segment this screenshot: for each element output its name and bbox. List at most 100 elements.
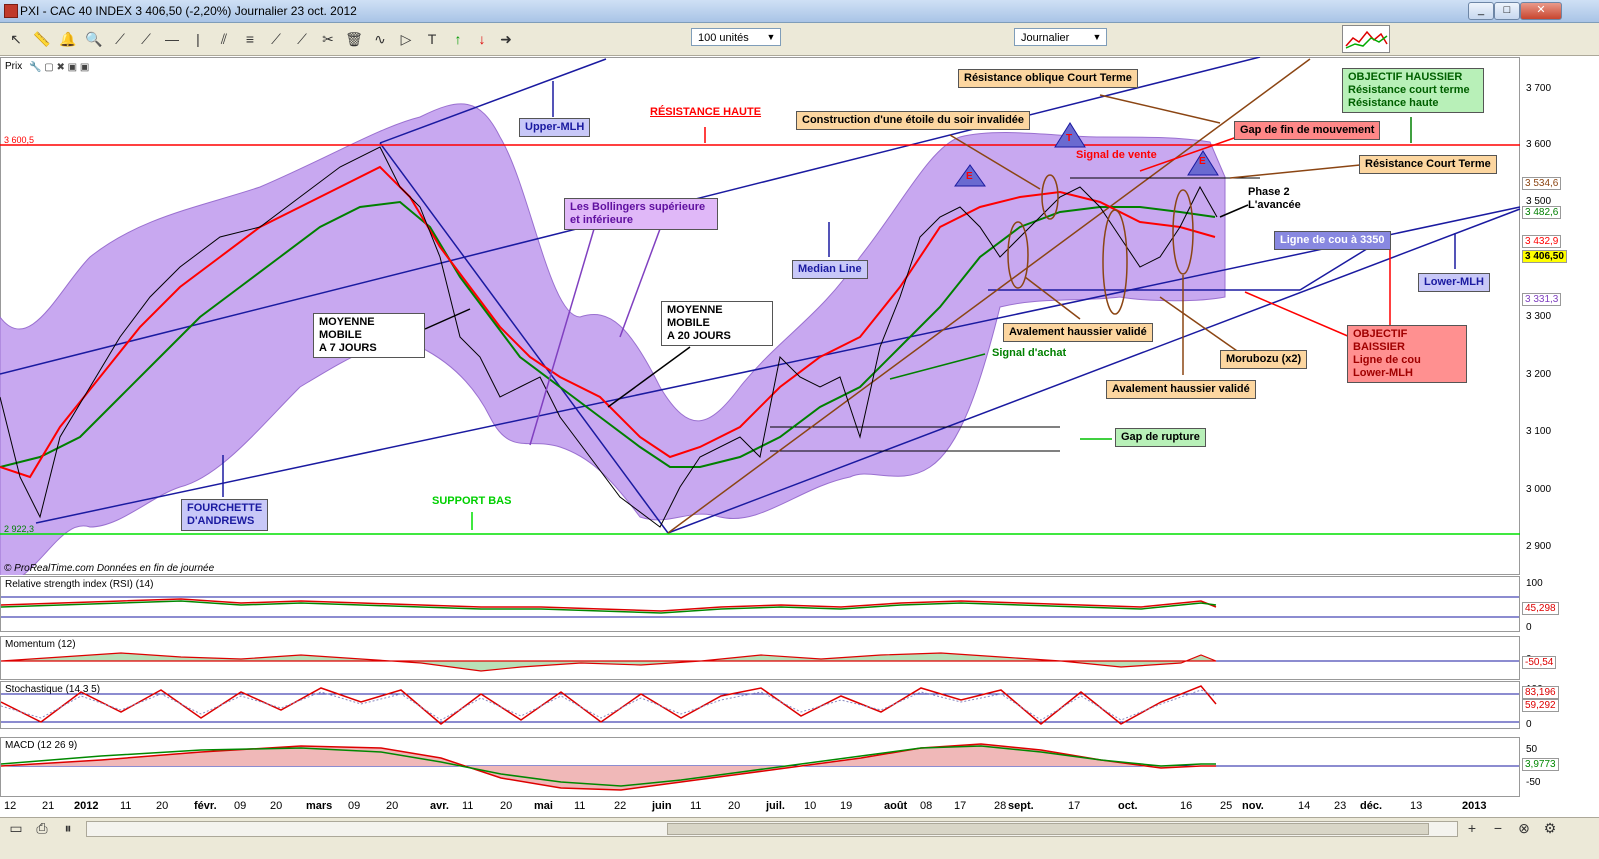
objectif-baissier-label: OBJECTIF BAISSIER Ligne de cou Lower-MLH bbox=[1347, 325, 1467, 383]
objectif-baissier-line-1: OBJECTIF BAISSIER bbox=[1353, 328, 1408, 353]
save-icon[interactable]: ▭ bbox=[6, 818, 26, 838]
objectif-haussier-label: OBJECTIF HAUSSIER Résistance court terme… bbox=[1342, 68, 1484, 113]
x-label: sept. bbox=[1008, 800, 1034, 812]
units-select[interactable]: 100 unités ▼ bbox=[691, 28, 781, 46]
ruler-icon[interactable]: 📏 bbox=[32, 29, 52, 49]
rsi-chart bbox=[1, 596, 1519, 618]
fibonacci-icon[interactable]: ≡ bbox=[240, 29, 260, 49]
phase2-label: Phase 2 L'avancée bbox=[1248, 186, 1301, 212]
x-label: 11 bbox=[462, 800, 474, 812]
ray-icon[interactable]: ⟋ bbox=[136, 29, 156, 49]
rsi-value: 45,298 bbox=[1522, 602, 1559, 615]
down-arrow-icon[interactable]: ↓ bbox=[472, 29, 492, 49]
trash-icon[interactable]: 🗑 bbox=[344, 29, 364, 49]
bell-icon[interactable]: 🔔 bbox=[58, 29, 78, 49]
cursor-icon[interactable]: ↖ bbox=[6, 29, 26, 49]
objectif-haussier-line-1: OBJECTIF HAUSSIER bbox=[1348, 71, 1463, 83]
vertical-line-icon[interactable]: | bbox=[188, 29, 208, 49]
chart-style-icon[interactable] bbox=[1342, 25, 1390, 53]
right-arrow-icon[interactable]: ➜ bbox=[496, 29, 516, 49]
x-label: nov. bbox=[1242, 800, 1264, 812]
close-button[interactable]: ✕ bbox=[1520, 2, 1562, 20]
watermark: © ProRealTime.com Données en fin de jour… bbox=[4, 563, 215, 574]
y-tick: 3 200 bbox=[1526, 369, 1552, 380]
scrollbar-thumb[interactable] bbox=[667, 823, 1429, 835]
x-label: 28 bbox=[994, 800, 1007, 812]
chevron-down-icon: ▼ bbox=[766, 32, 776, 42]
macd-panel: MACD (12 26 9) bbox=[0, 737, 1520, 797]
momentum-chart bbox=[1, 652, 1519, 672]
horizontal-scrollbar[interactable] bbox=[86, 821, 1458, 837]
y-tick: 3 100 bbox=[1526, 426, 1552, 437]
y-tick: 3 600 bbox=[1526, 139, 1552, 150]
x-label: 14 bbox=[1298, 800, 1311, 812]
title-bar: PXI - CAC 40 INDEX 3 406,50 (-2,20%) Jou… bbox=[0, 0, 1599, 23]
x-label: 12 bbox=[4, 800, 17, 812]
print-icon[interactable]: ⎙ bbox=[32, 818, 52, 838]
zoom-icon[interactable]: 🔍 bbox=[84, 29, 104, 49]
period-select[interactable]: Journalier ▼ bbox=[1014, 28, 1107, 46]
x-label: 23 bbox=[1334, 800, 1347, 812]
x-label: 11 bbox=[574, 800, 586, 812]
y-tick: 3 300 bbox=[1526, 311, 1552, 322]
chevron-down-icon: ▼ bbox=[1092, 32, 1102, 42]
bottom-toolbar: ▭ ⎙ ⏸ + − ⊗ ⚙ bbox=[0, 817, 1599, 838]
units-select-value: 100 unités bbox=[698, 32, 749, 44]
x-label: févr. bbox=[194, 800, 217, 812]
bollingers-line-2: et inférieure bbox=[570, 214, 633, 226]
triangle-icon[interactable]: ▷ bbox=[396, 29, 416, 49]
x-label: mai bbox=[534, 800, 553, 812]
app-icon bbox=[4, 4, 18, 18]
objectif-baissier-arrow-2 bbox=[1244, 291, 1351, 338]
phase2-line-1: Phase 2 bbox=[1248, 186, 1290, 198]
price-tag-current: 3 406,50 bbox=[1522, 250, 1567, 263]
fourchette-line-2: D'ANDREWS bbox=[187, 515, 255, 527]
left-label-resistance: 3 600,5 bbox=[4, 135, 35, 145]
bollinger-arrow-2 bbox=[619, 228, 661, 338]
median-line-label: Median Line bbox=[792, 260, 868, 279]
support-bas-label: SUPPORT BAS bbox=[432, 495, 512, 507]
rsi-tick: 0 bbox=[1526, 622, 1532, 633]
mm7-label: MOYENNE MOBILE A 7 JOURS bbox=[313, 313, 425, 358]
zoom-in-icon[interactable]: + bbox=[1462, 818, 1482, 838]
fourchette-line-1: FOURCHETTE bbox=[187, 502, 263, 514]
objectif-haussier-line-3: Résistance haute bbox=[1348, 97, 1439, 109]
y-tick: 2 900 bbox=[1526, 541, 1552, 552]
x-label: 20 bbox=[386, 800, 399, 812]
horizontal-line-icon[interactable]: — bbox=[162, 29, 182, 49]
x-label: 20 bbox=[500, 800, 513, 812]
bollingers-label: Les Bollingers supérieure et inférieure bbox=[564, 198, 718, 230]
macd-value: 3,9773 bbox=[1522, 758, 1559, 771]
settings-icon[interactable]: ⚙ bbox=[1540, 818, 1560, 838]
objectif-baissier-line-3: Lower-MLH bbox=[1353, 367, 1413, 379]
fourchette-label: FOURCHETTE D'ANDREWS bbox=[181, 499, 269, 531]
fan-icon[interactable]: ⟋ bbox=[266, 29, 286, 49]
x-label: 19 bbox=[840, 800, 853, 812]
zoom-reset-icon[interactable]: ⊗ bbox=[1514, 818, 1534, 838]
wave-icon[interactable]: ∿ bbox=[370, 29, 390, 49]
x-label: déc. bbox=[1360, 800, 1383, 812]
x-label: 25 bbox=[1220, 800, 1233, 812]
minimize-button[interactable]: _ bbox=[1468, 2, 1494, 20]
x-label: 09 bbox=[234, 800, 247, 812]
text-icon[interactable]: T bbox=[422, 29, 442, 49]
x-label: 13 bbox=[1410, 800, 1423, 812]
x-label: août bbox=[884, 800, 908, 812]
tools-icon[interactable]: ✂ bbox=[318, 29, 338, 49]
rsi-panel: Relative strength index (RSI) (14) bbox=[0, 576, 1520, 632]
up-arrow-icon[interactable]: ↑ bbox=[448, 29, 468, 49]
pitchfork-icon[interactable]: ⟋ bbox=[292, 29, 312, 49]
stochastique-value-1: 83,196 bbox=[1522, 686, 1559, 699]
pause-icon[interactable]: ⏸ bbox=[58, 818, 78, 838]
maximize-button[interactable]: □ bbox=[1494, 2, 1520, 20]
mm20-line-2: A 20 JOURS bbox=[667, 330, 731, 342]
channel-icon[interactable]: ⫽ bbox=[214, 29, 234, 49]
zoom-out-icon[interactable]: − bbox=[1488, 818, 1508, 838]
x-label: 10 bbox=[804, 800, 817, 812]
status-bar bbox=[0, 838, 1599, 859]
price-tag: 3 482,6 bbox=[1522, 206, 1562, 219]
avalement-2-label: Avalement haussier validé bbox=[1106, 380, 1256, 399]
x-label: 11 bbox=[120, 800, 132, 812]
trendline-icon[interactable]: ⟋ bbox=[110, 29, 130, 49]
morubozu-label: Morubozu (x2) bbox=[1220, 350, 1308, 369]
